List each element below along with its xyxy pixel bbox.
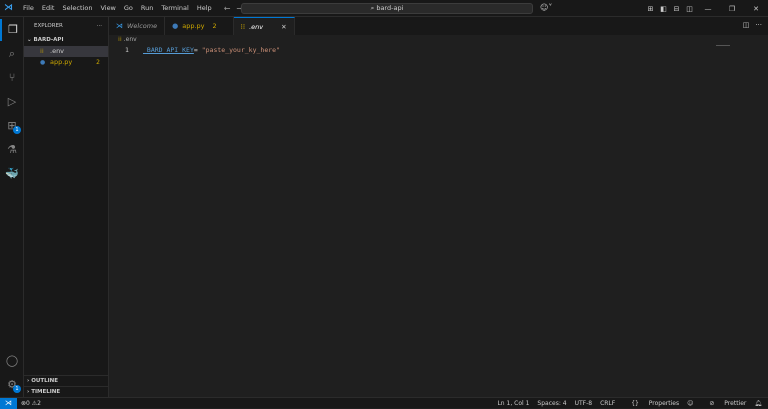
toggle-sidebar-icon[interactable]: ◧ (657, 5, 670, 13)
tab-env[interactable]: ⁞⁞ .env ✕ (233, 17, 295, 35)
line-number: 1 (125, 46, 129, 54)
toggle-panel-icon[interactable]: ⊟ (670, 5, 683, 13)
explorer-title: EXPLORER (34, 23, 63, 29)
title-bar: ⋊ File Edit Selection View Go Run Termin… (0, 0, 768, 17)
file-env[interactable]: ⁞⁞ .env (24, 46, 108, 57)
menu-run[interactable]: Run (141, 4, 153, 12)
file-app-py[interactable]: ● app.py 2 (24, 57, 108, 68)
python-file-icon: ● (40, 59, 46, 66)
explorer-sidebar: EXPLORER ··· ⌄ BARD-API ⁞⁞ .env ● app.py 2 ›… (24, 17, 109, 397)
split-editor-icon[interactable]: ◫ (743, 21, 750, 29)
outline-section[interactable]: › OUTLINE (24, 375, 108, 386)
menu-view[interactable]: View (100, 4, 115, 12)
docker-icon[interactable]: 🐳 (0, 163, 24, 185)
more-actions-icon[interactable]: ··· (755, 21, 762, 29)
toggle-secondary-sidebar-icon[interactable]: ◫ (683, 5, 696, 13)
tab-app-py[interactable]: ● app.py 2 (165, 17, 234, 35)
language-mode[interactable]: {} Properties (623, 400, 679, 407)
remote-icon[interactable]: ⋊ (0, 397, 17, 409)
prettier-status[interactable]: ⊘ Prettier (701, 400, 746, 407)
code-line: _BARD_API_KEY= "paste_your_ky_here" (143, 46, 280, 54)
prettier-icon: ⊘ (709, 400, 717, 407)
back-arrow-icon[interactable]: ← (224, 4, 231, 13)
customize-layout-icon[interactable]: ⊞ (644, 5, 657, 13)
indentation[interactable]: Spaces: 4 (537, 400, 566, 407)
run-debug-icon[interactable]: ▷ (0, 91, 24, 113)
prettier-label: Prettier (724, 400, 747, 407)
file-label: .env (50, 47, 65, 55)
outline-label: OUTLINE (31, 378, 58, 384)
search-icon[interactable]: ⌕ (0, 43, 24, 65)
activity-bar: ❐ ⌕ ⑂ ▷ ⊞ 1 ⚗ 🐳 ◯ ⚙ 1 (0, 17, 24, 397)
env-key: _BARD_API_KEY (143, 46, 194, 54)
line-ending[interactable]: CRLF (600, 400, 615, 407)
vscode-icon: ⋊ (116, 22, 123, 30)
more-actions-icon[interactable]: ··· (97, 23, 102, 29)
language-label: Properties (648, 400, 680, 407)
menu-help[interactable]: Help (197, 4, 212, 12)
cursor-position[interactable]: Ln 1, Col 1 (497, 400, 529, 407)
encoding[interactable]: UTF-8 (575, 400, 593, 407)
notifications-bell-icon[interactable]: 🔔︎ (754, 400, 762, 407)
vscode-logo-icon: ⋊ (4, 3, 13, 13)
close-window-icon[interactable]: ✕ (744, 5, 768, 13)
env-file-icon: ⁞⁞ (240, 22, 246, 31)
python-file-icon: ● (172, 22, 179, 30)
explorer-icon[interactable]: ❐ (0, 19, 24, 41)
warning-count: 2 (37, 399, 41, 407)
problems-count: 2 (212, 22, 217, 30)
settings-gear-icon[interactable]: ⚙ 1 (0, 374, 24, 396)
close-icon[interactable]: ✕ (281, 23, 286, 31)
env-value: "paste_your_ky_here" (201, 46, 280, 54)
tab-welcome[interactable]: ⋊ Welcome (109, 17, 166, 35)
equals: = (193, 46, 202, 54)
tab-label: .env (249, 22, 264, 31)
braces-icon: {} (631, 400, 641, 407)
folder-label: BARD-API (33, 37, 64, 43)
command-center-search[interactable]: ⌕ bard-api (241, 3, 533, 14)
testing-icon[interactable]: ⚗ (0, 139, 24, 161)
breadcrumb[interactable]: ⁞⁞ .env (118, 36, 137, 43)
menu-edit[interactable]: Edit (42, 4, 55, 12)
search-text: bard-api (376, 4, 404, 12)
extensions-icon[interactable]: ⊞ 1 (0, 115, 24, 137)
tab-label: Welcome (127, 22, 158, 30)
accounts-icon[interactable]: ◯ (0, 350, 24, 372)
env-file-icon: ⁞⁞ (40, 48, 44, 55)
copilot-status-icon[interactable]: ☺ (687, 400, 693, 407)
minimap[interactable] (716, 45, 730, 46)
menu-terminal[interactable]: Terminal (161, 4, 188, 12)
tab-label: app.py (182, 22, 205, 30)
timeline-section[interactable]: › TIMELINE (24, 386, 108, 397)
status-bar: ⋊ ⊗0 ⚠2 Ln 1, Col 1 Spaces: 4 UTF-8 CRLF… (0, 397, 768, 409)
menu-file[interactable]: File (23, 4, 34, 12)
source-control-icon[interactable]: ⑂ (0, 67, 24, 89)
timeline-label: TIMELINE (31, 389, 61, 395)
copilot-icon[interactable]: ☺˅ (540, 3, 552, 12)
folder-bard-api[interactable]: ⌄ BARD-API (24, 35, 108, 46)
editor-tabs: ⋊ Welcome ● app.py 2 ⁞⁞ .env ✕ ◫ ··· (109, 17, 768, 35)
menu-bar: File Edit Selection View Go Run Terminal… (19, 4, 216, 12)
minimize-icon[interactable]: — (696, 5, 720, 13)
extensions-badge: 1 (13, 126, 21, 134)
restore-icon[interactable]: ❐ (720, 5, 744, 13)
problems-count: 2 (96, 59, 100, 66)
breadcrumb-item: .env (123, 36, 137, 43)
problems-status[interactable]: ⊗0 ⚠2 (21, 400, 41, 407)
settings-badge: 1 (13, 385, 21, 393)
menu-go[interactable]: Go (124, 4, 133, 12)
error-count: 0 (26, 399, 30, 407)
menu-selection[interactable]: Selection (62, 4, 92, 12)
file-label: app.py (50, 58, 73, 66)
